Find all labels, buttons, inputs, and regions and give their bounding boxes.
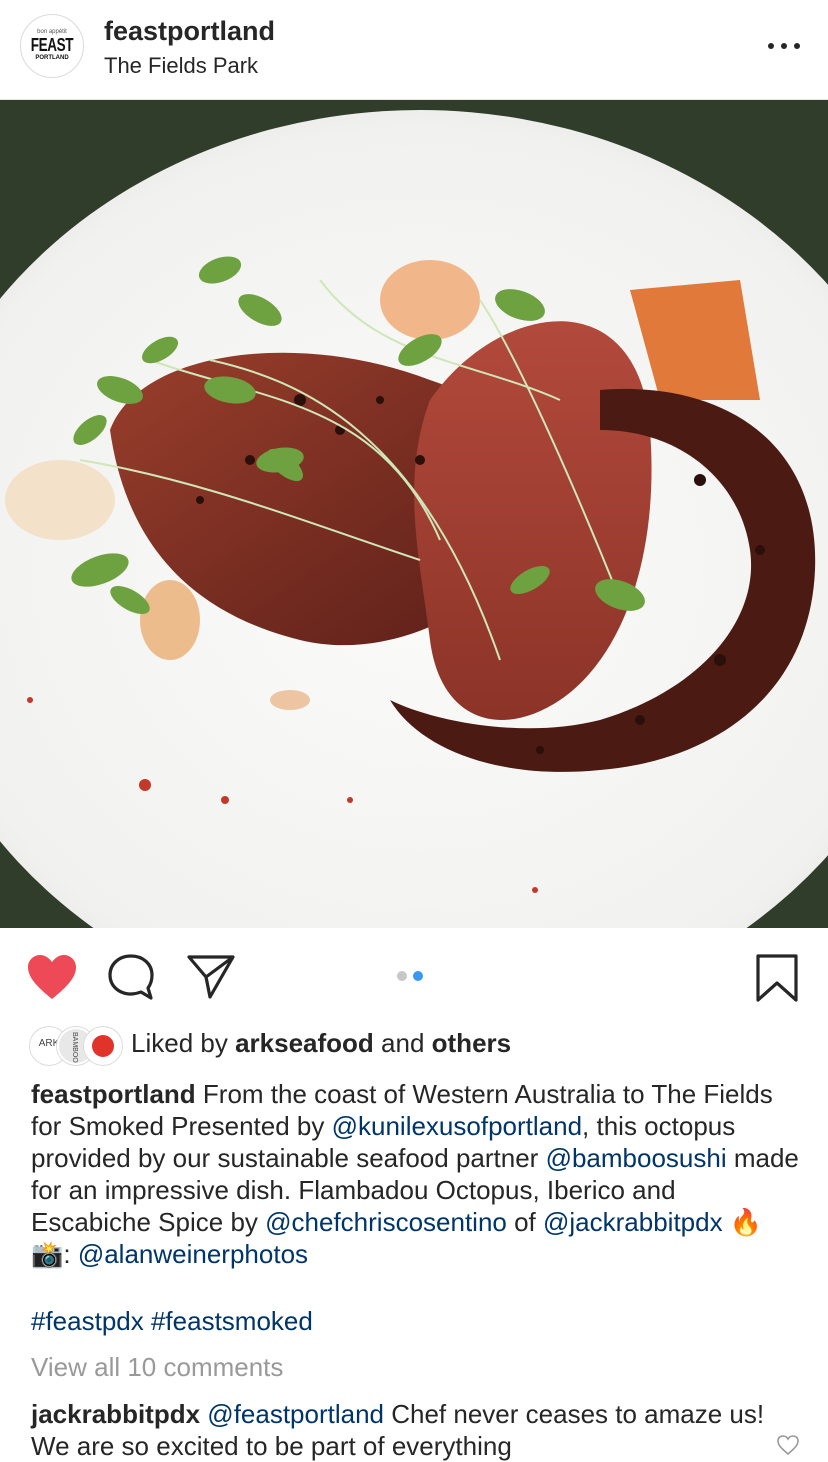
food-photo-illustration: [0, 100, 828, 928]
mention-link[interactable]: @kunilexusofportland: [332, 1111, 582, 1141]
mention-link[interactable]: @jackrabbitpdx: [543, 1207, 723, 1237]
mention-link[interactable]: @chefchriscosentino: [265, 1207, 507, 1237]
carousel-dot-inactive: [397, 971, 407, 981]
liked-by-text[interactable]: Liked by arkseafood and others: [131, 1028, 511, 1059]
like-heart-icon[interactable]: [26, 953, 78, 1001]
post-caption: feastportland From the coast of Western …: [31, 1078, 801, 1270]
liker-avatars[interactable]: ARK BAMBOO: [30, 1027, 122, 1065]
comment-like-heart-icon[interactable]: [776, 1434, 800, 1456]
liker-avatar-label: BAMBOO: [71, 1032, 78, 1063]
carousel-dot-active: [413, 971, 423, 981]
comment-icon[interactable]: [106, 953, 156, 1001]
liked-by-connector: and: [373, 1028, 432, 1058]
profile-avatar[interactable]: bon appétit FEAST PORTLAND: [20, 14, 84, 78]
post-username[interactable]: feastportland: [104, 16, 275, 47]
comment-username[interactable]: jackrabbitpdx: [31, 1399, 200, 1429]
avatar-bottom-text: PORTLAND: [35, 55, 69, 61]
view-all-comments-link[interactable]: View all 10 comments: [31, 1352, 283, 1383]
caption-username[interactable]: feastportland: [31, 1079, 196, 1109]
liked-by-prefix: Liked by: [131, 1028, 236, 1058]
liker-avatar-logo: [92, 1035, 114, 1057]
caption-hashtags[interactable]: #feastpdx #feastsmoked: [31, 1306, 313, 1337]
caption-text: :: [63, 1239, 78, 1269]
mention-link[interactable]: @alanweinerphotos: [78, 1239, 308, 1269]
bookmark-icon[interactable]: [754, 953, 800, 1003]
paper-plane-icon[interactable]: [186, 953, 236, 1001]
liked-by-others[interactable]: others: [432, 1028, 511, 1058]
liked-by-user[interactable]: arkseafood: [235, 1028, 374, 1058]
post-location[interactable]: The Fields Park: [104, 53, 258, 79]
mention-link[interactable]: @feastportland: [207, 1399, 384, 1429]
post-photo[interactable]: [0, 100, 828, 928]
carousel-indicator: [397, 971, 423, 981]
liker-avatar-third: [84, 1027, 122, 1065]
mention-link[interactable]: @bamboosushi: [546, 1143, 727, 1173]
comment-item: jackrabbitpdx @feastportland Chef never …: [31, 1398, 771, 1462]
caption-text: of: [506, 1207, 544, 1237]
post-header: bon appétit FEAST PORTLAND feastportland…: [0, 0, 828, 100]
more-options-icon[interactable]: [768, 36, 800, 56]
avatar-main-text: FEAST: [30, 35, 74, 55]
